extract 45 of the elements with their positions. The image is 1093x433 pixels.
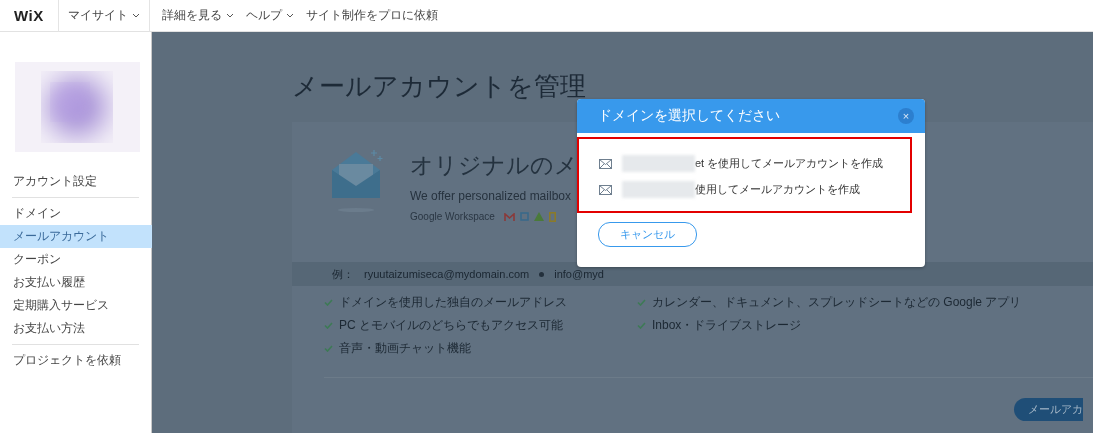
- dialog-title: ドメインを選択してください: [598, 107, 780, 125]
- envelope-icon: [599, 158, 612, 169]
- logo[interactable]: WiX: [0, 7, 58, 24]
- example-address: info@myd: [554, 268, 604, 280]
- close-button[interactable]: ×: [898, 108, 914, 124]
- sidebar-item[interactable]: メールアカウント: [0, 225, 152, 248]
- feature-text: カレンダー、ドキュメント、スプレッドシートなどの Google アプリ: [652, 294, 1022, 311]
- sidebar-item[interactable]: お支払い履歴: [0, 271, 152, 294]
- nav-menu[interactable]: マイサイト: [57, 0, 150, 32]
- create-mail-account-button[interactable]: メールアカ: [1014, 398, 1083, 421]
- chevron-down-icon: [131, 13, 140, 18]
- feature-text: Inbox・ドライブストレージ: [652, 317, 802, 334]
- nav-menu[interactable]: サイト制作をプロに依頼: [299, 0, 444, 32]
- sidebar-item[interactable]: プロジェクトを依頼: [0, 349, 152, 372]
- document-icon: [548, 211, 556, 222]
- sidebar-item[interactable]: アカウント設定: [0, 170, 152, 193]
- sidebar-item[interactable]: お支払い方法: [0, 317, 152, 340]
- check-icon: [637, 322, 646, 329]
- sidebar-item[interactable]: クーポン: [0, 248, 152, 271]
- chevron-down-icon: [285, 13, 294, 18]
- nav-menu[interactable]: ヘルプ: [239, 0, 300, 32]
- sidebar-item[interactable]: ドメイン: [0, 202, 152, 225]
- domain-option[interactable]: et を使用してメールアカウントを作成: [695, 156, 884, 171]
- card-headline: オリジナルのメ: [410, 151, 578, 180]
- check-icon: [324, 322, 333, 329]
- check-icon: [324, 299, 333, 306]
- workspace-label: Google Workspace: [410, 211, 495, 222]
- example-address: ryuutaizumiseca@mydomain.com: [364, 268, 530, 280]
- domain-option[interactable]: 使用してメールアカウントを作成: [695, 182, 860, 197]
- triangle-icon: [533, 212, 544, 221]
- card-subtitle: We offer personalized mailbox: [410, 189, 572, 203]
- feature-text: 音声・動画チャット機能: [339, 340, 471, 357]
- feature-text: ドメインを使用した独自のメールアドレス: [339, 294, 567, 311]
- calendar-icon: [519, 212, 529, 221]
- bullet-icon: [539, 271, 545, 277]
- nav-menu[interactable]: 詳細を見る: [155, 0, 240, 32]
- example-label: 例：: [332, 266, 354, 282]
- feature-text: PC とモバイルのどちらでもアクセス可能: [339, 317, 563, 334]
- page-title: メールアカウントを管理: [292, 70, 587, 103]
- sidebar-item[interactable]: 定期購入サービス: [0, 294, 152, 317]
- check-icon: [637, 299, 646, 306]
- chevron-down-icon: [225, 13, 234, 18]
- envelope-icon: [599, 184, 612, 195]
- check-icon: [324, 345, 333, 352]
- mail-icon: [503, 212, 515, 221]
